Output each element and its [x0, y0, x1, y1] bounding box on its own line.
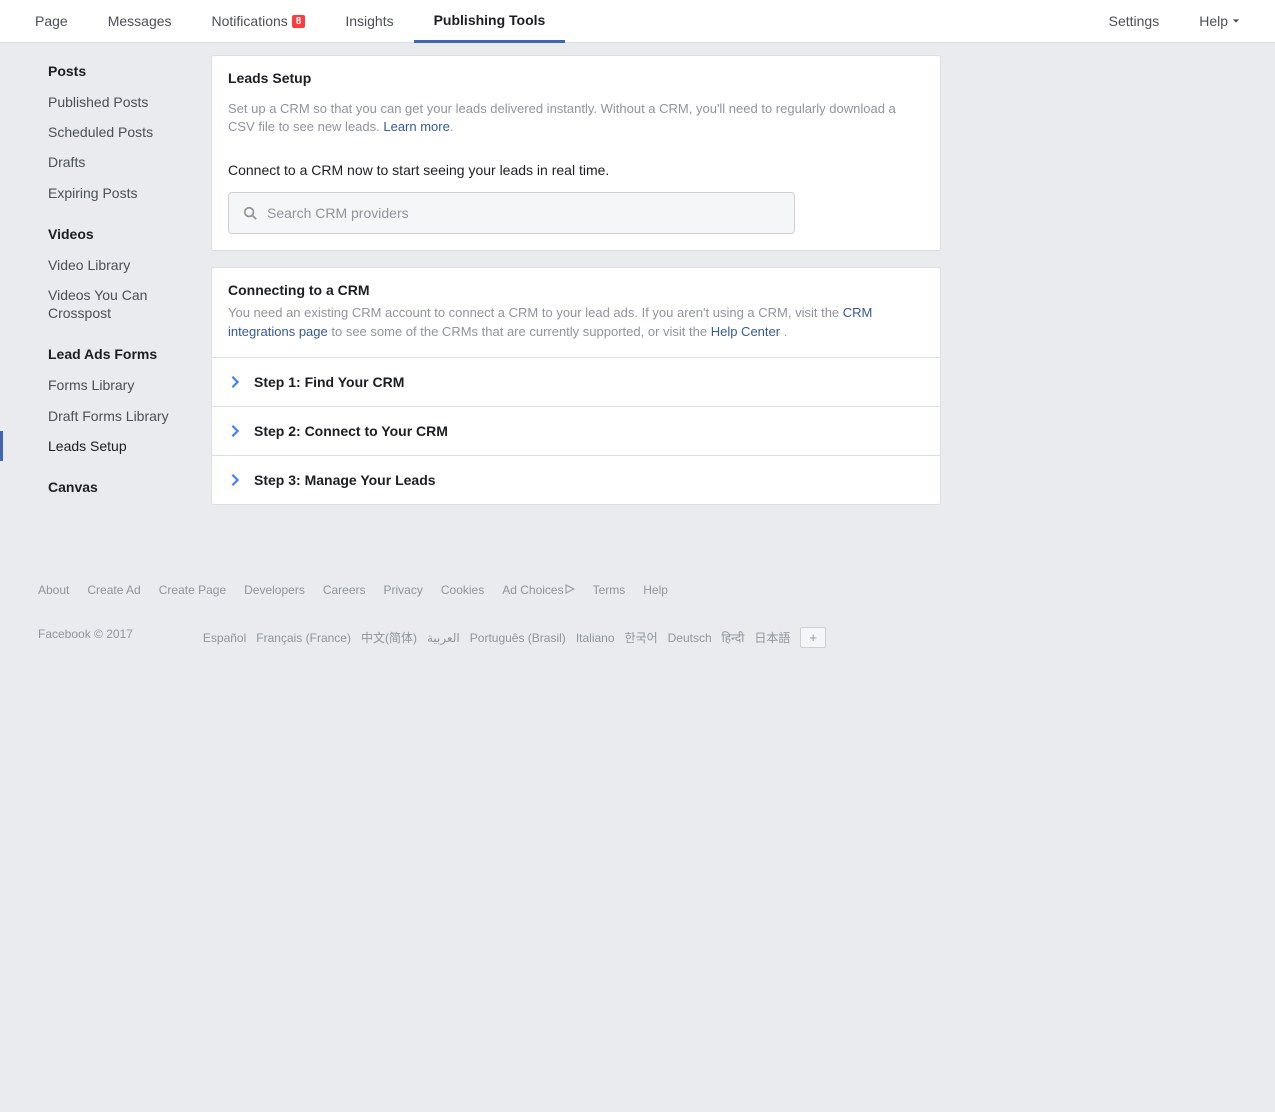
step-title: Step 1: Find Your CRM — [254, 374, 404, 390]
tab-label: Insights — [345, 13, 393, 29]
footer-link-terms[interactable]: Terms — [593, 583, 626, 597]
tab-label: Messages — [108, 13, 172, 29]
lang-ko[interactable]: 한국어 — [625, 629, 658, 646]
desc-mid: to see some of the CRMs that are current… — [328, 324, 711, 339]
crm-search-input[interactable] — [267, 205, 780, 221]
footer-link-careers[interactable]: Careers — [323, 583, 366, 597]
lang-more-button[interactable]: + — [800, 627, 826, 648]
chevron-right-icon — [228, 375, 242, 389]
chevron-right-icon — [228, 473, 242, 487]
notifications-badge: 8 — [292, 15, 306, 28]
sidebar-item-published-posts[interactable]: Published Posts — [0, 87, 211, 117]
footer-link-help[interactable]: Help — [643, 583, 668, 597]
footer-link-ad-choices[interactable]: Ad Choices — [502, 583, 574, 597]
sidebar-item-video-library[interactable]: Video Library — [0, 250, 211, 280]
learn-more-link[interactable]: Learn more — [383, 119, 449, 134]
connecting-crm-description: You need an existing CRM account to conn… — [228, 304, 924, 340]
tab-settings[interactable]: Settings — [1089, 0, 1180, 43]
sidebar-item-drafts[interactable]: Drafts — [0, 147, 211, 177]
sidebar-section-posts[interactable]: Posts — [0, 55, 211, 87]
search-icon — [243, 206, 257, 220]
sidebar-item-expiring-posts[interactable]: Expiring Posts — [0, 178, 211, 208]
lang-ja[interactable]: 日本語 — [754, 629, 790, 646]
sidebar-item-scheduled-posts[interactable]: Scheduled Posts — [0, 117, 211, 147]
sidebar-item-draft-forms-library[interactable]: Draft Forms Library — [0, 401, 211, 431]
step-2-row[interactable]: Step 2: Connect to Your CRM — [212, 406, 940, 455]
lang-hi[interactable]: हिन्दी — [722, 629, 745, 646]
chevron-right-icon — [228, 424, 242, 438]
footer-link-cookies[interactable]: Cookies — [441, 583, 484, 597]
help-center-link[interactable]: Help Center — [711, 324, 780, 339]
footer-link-create-page[interactable]: Create Page — [159, 583, 226, 597]
step-title: Step 3: Manage Your Leads — [254, 472, 436, 488]
sidebar-section-videos[interactable]: Videos — [0, 218, 211, 250]
sidebar-item-leads-setup[interactable]: Leads Setup — [0, 431, 211, 461]
leads-setup-card: Leads Setup Set up a CRM so that you can… — [211, 55, 941, 251]
tab-page[interactable]: Page — [15, 0, 88, 43]
connect-crm-subheader: Connect to a CRM now to start seeing you… — [228, 162, 924, 178]
caret-down-icon — [1232, 17, 1240, 25]
sidebar: Posts Published Posts Scheduled Posts Dr… — [0, 43, 211, 533]
sidebar-item-forms-library[interactable]: Forms Library — [0, 370, 211, 400]
footer-link-privacy[interactable]: Privacy — [384, 583, 423, 597]
sidebar-item-videos-crosspost[interactable]: Videos You Can Crosspost — [0, 280, 211, 328]
topnav-right: Settings Help — [1089, 0, 1260, 43]
top-navigation: Page Messages Notifications 8 Insights P… — [0, 0, 1275, 43]
footer-languages: Español Français (France) 中文(简体) العربية… — [203, 627, 826, 648]
leads-setup-description: Set up a CRM so that you can get your le… — [228, 100, 924, 136]
tab-insights[interactable]: Insights — [325, 0, 413, 43]
desc-text: Set up a CRM so that you can get your le… — [228, 101, 896, 134]
tab-label: Publishing Tools — [434, 12, 546, 28]
card-title: Leads Setup — [212, 56, 940, 100]
crm-search-box[interactable] — [228, 192, 795, 234]
step-1-row[interactable]: Step 1: Find Your CRM — [212, 357, 940, 406]
page-layout: Posts Published Posts Scheduled Posts Dr… — [0, 43, 1275, 533]
lang-fr[interactable]: Français (France) — [256, 631, 351, 645]
tab-notifications[interactable]: Notifications 8 — [192, 0, 326, 43]
page-footer: About Create Ad Create Page Developers C… — [0, 533, 1275, 669]
tab-label: Settings — [1109, 13, 1160, 29]
sidebar-section-lead-ads-forms[interactable]: Lead Ads Forms — [0, 338, 211, 370]
tab-messages[interactable]: Messages — [88, 0, 192, 43]
period: . — [450, 119, 454, 134]
footer-links: About Create Ad Create Page Developers C… — [38, 583, 1275, 597]
step-title: Step 2: Connect to Your CRM — [254, 423, 448, 439]
tab-label: Notifications — [212, 13, 288, 29]
main-content: Leads Setup Set up a CRM so that you can… — [211, 43, 941, 533]
step-3-row[interactable]: Step 3: Manage Your Leads — [212, 455, 940, 504]
connecting-crm-card: Connecting to a CRM You need an existing… — [211, 267, 941, 504]
lang-it[interactable]: Italiano — [576, 631, 615, 645]
footer-copyright: Facebook © 2017 — [38, 627, 133, 641]
adchoices-icon — [565, 584, 575, 594]
tab-help[interactable]: Help — [1179, 0, 1260, 43]
card-body: You need an existing CRM account to conn… — [212, 304, 940, 356]
lang-zh[interactable]: 中文(简体) — [361, 629, 417, 646]
topnav-left: Page Messages Notifications 8 Insights P… — [15, 0, 565, 43]
footer-link-create-ad[interactable]: Create Ad — [87, 583, 140, 597]
desc-suffix: . — [780, 324, 787, 339]
lang-es[interactable]: Español — [203, 631, 246, 645]
desc-prefix: You need an existing CRM account to conn… — [228, 305, 843, 320]
tab-label: Page — [35, 13, 68, 29]
footer-link-developers[interactable]: Developers — [244, 583, 305, 597]
tab-publishing-tools[interactable]: Publishing Tools — [414, 0, 566, 43]
lang-ar[interactable]: العربية — [427, 631, 460, 645]
footer-link-about[interactable]: About — [38, 583, 69, 597]
tab-label: Help — [1199, 13, 1228, 29]
lang-pt[interactable]: Português (Brasil) — [470, 631, 566, 645]
lang-de[interactable]: Deutsch — [668, 631, 712, 645]
card-title: Connecting to a CRM — [212, 268, 940, 304]
card-body: Set up a CRM so that you can get your le… — [212, 100, 940, 250]
sidebar-section-canvas[interactable]: Canvas — [0, 471, 211, 503]
